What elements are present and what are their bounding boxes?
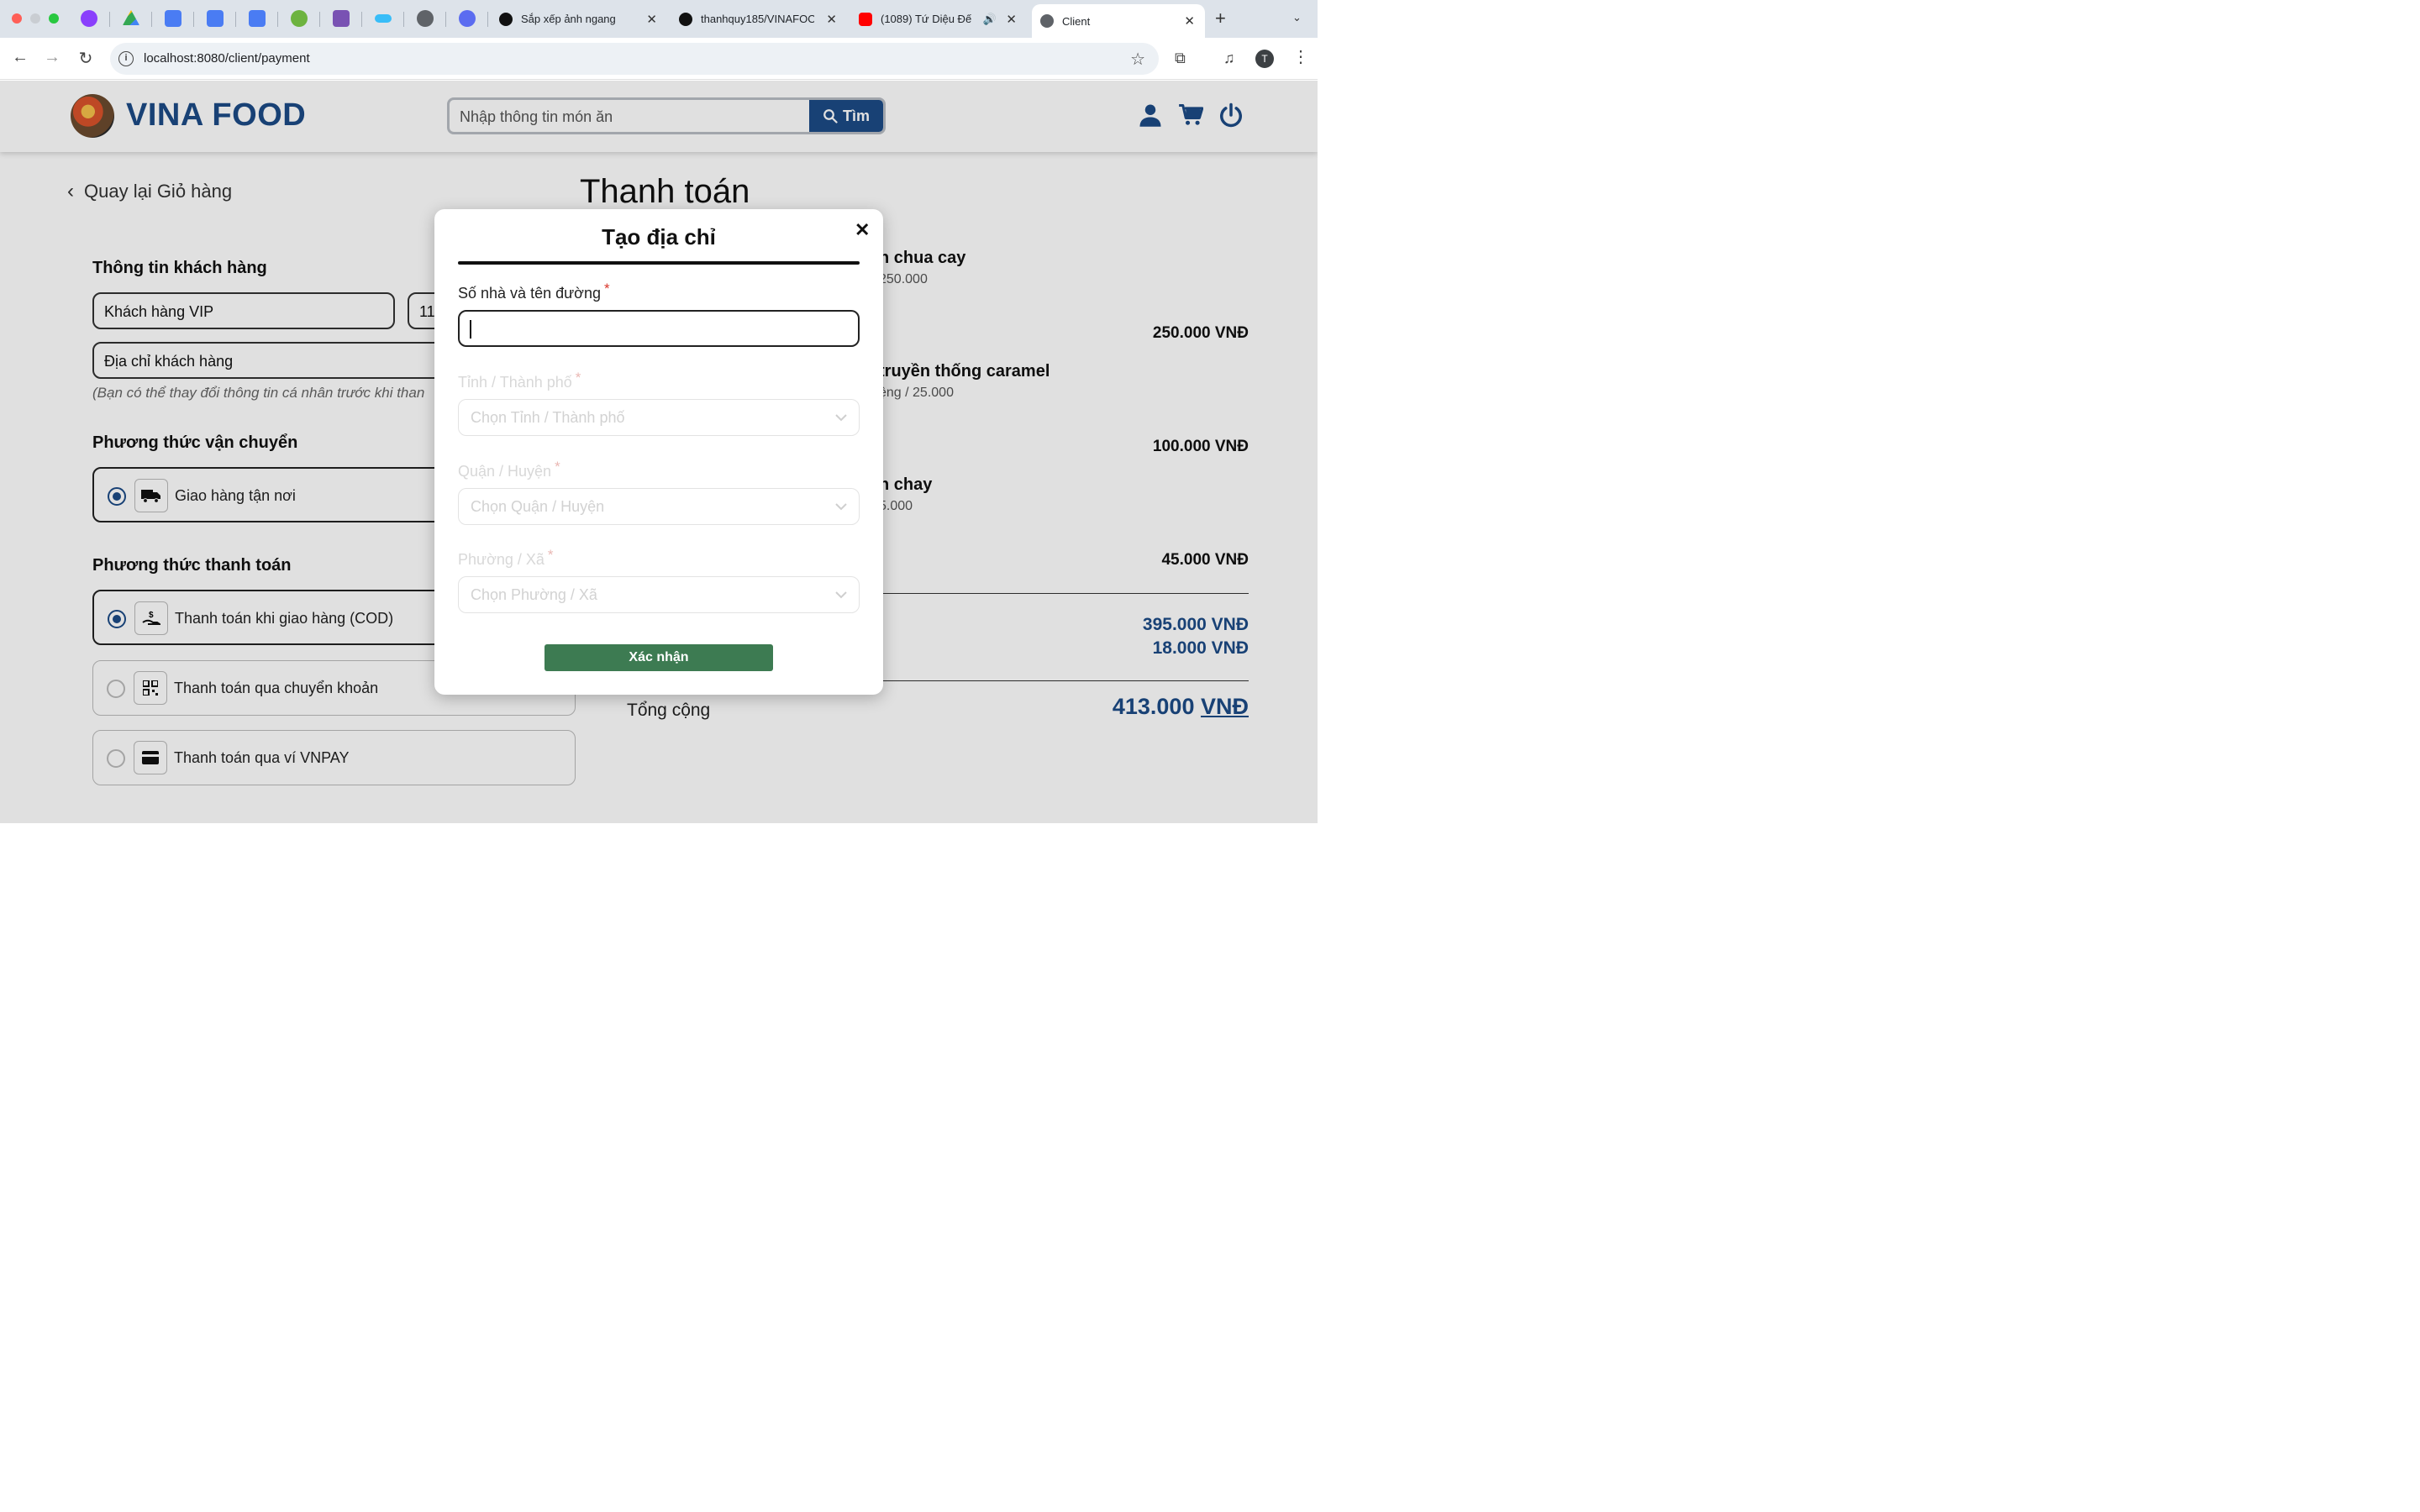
ward-label: Phường / Xã * — [458, 547, 554, 569]
ward-placeholder: Chọn Phường / Xã — [471, 586, 597, 603]
tab-client[interactable]: Client ✕ — [1032, 4, 1205, 38]
spring-tab-icon[interactable] — [291, 10, 308, 27]
tab-separator — [235, 12, 236, 27]
chevron-down-icon — [835, 591, 847, 599]
create-address-modal: Tạo địa chỉ ✕ Số nhà và tên đường * Tỉnh … — [434, 209, 883, 695]
district-select[interactable]: Chọn Quận / Huyện — [458, 488, 860, 525]
window-zoom-button[interactable] — [49, 13, 59, 24]
tab-separator — [403, 12, 404, 27]
tab-label: Client — [1062, 14, 1091, 28]
tab-label: Sắp xếp ảnh ngang — [521, 13, 616, 25]
tab-separator — [109, 12, 110, 27]
bookmark-star-icon[interactable]: ☆ — [1130, 49, 1145, 70]
province-select[interactable]: Chọn Tỉnh / Thành phố — [458, 399, 860, 436]
globe-tab-icon[interactable] — [417, 10, 434, 27]
site-info-icon[interactable]: i — [118, 51, 134, 66]
province-label: Tỉnh / Thành phố * — [458, 370, 581, 391]
app-tab-icon[interactable] — [459, 10, 476, 27]
extensions-icon[interactable]: ⧉ — [1175, 50, 1186, 67]
docs-tab-icon[interactable] — [207, 10, 224, 27]
drive-tab-icon[interactable] — [123, 10, 139, 25]
province-label-text: Tỉnh / Thành phố — [458, 374, 572, 391]
required-mark: * — [603, 281, 610, 297]
tab-separator — [445, 12, 446, 27]
back-button[interactable]: ← — [9, 48, 31, 67]
tab-separator — [151, 12, 152, 27]
text-caret — [470, 320, 471, 339]
street-label-text: Số nhà và tên đường — [458, 285, 601, 302]
tab-search-button[interactable]: ⌄ — [1292, 11, 1302, 24]
openai-icon — [499, 12, 513, 26]
browser-tabstrip: Sắp xếp ảnh ngang ✕ thanhquy185/VINAFOOD… — [0, 0, 1318, 38]
docs-tab-icon[interactable] — [165, 10, 182, 27]
district-placeholder: Chọn Quận / Huyện — [471, 498, 605, 515]
province-placeholder: Chọn Tỉnh / Thành phố — [471, 409, 625, 426]
confirm-button[interactable]: Xác nhận — [544, 644, 773, 671]
speaker-icon[interactable]: 🔊 — [983, 13, 997, 26]
browser-menu-icon[interactable]: ⋮ — [1292, 46, 1309, 67]
youtube-icon — [859, 12, 872, 26]
tab-sort-images[interactable]: Sắp xếp ảnh ngang ✕ — [499, 5, 667, 33]
globe-icon — [1040, 14, 1054, 28]
tab-separator — [193, 12, 194, 27]
title-divider — [458, 261, 860, 265]
chevron-down-icon — [835, 503, 847, 511]
window-close-button[interactable] — [12, 13, 22, 24]
tab-label: thanhquy185/VINAFOOD — [701, 13, 814, 25]
street-label: Số nhà và tên đường * — [458, 281, 610, 302]
pinned-tab-icon[interactable] — [81, 10, 97, 27]
tab-separator — [487, 12, 488, 27]
media-controls-icon[interactable]: ♫ — [1223, 50, 1235, 67]
bootstrap-tab-icon[interactable] — [333, 10, 350, 27]
payment-page: VINA FOOD Nhập thông tin món ăn Tìm ‹ Qu… — [0, 81, 1318, 823]
close-icon[interactable]: ✕ — [646, 12, 657, 27]
tailwind-tab-icon[interactable] — [375, 14, 392, 23]
url-text[interactable]: localhost:8080/client/payment — [144, 51, 310, 66]
close-icon[interactable]: ✕ — [1006, 12, 1017, 27]
forward-button[interactable]: → — [41, 48, 63, 67]
new-tab-button[interactable]: + — [1215, 8, 1226, 29]
modal-title: Tạo địa chỉ — [602, 224, 716, 249]
district-label: Quận / Huyện * — [458, 459, 560, 480]
github-icon — [679, 12, 692, 26]
chevron-down-icon — [835, 414, 847, 422]
browser-toolbar: ← → ↻ i localhost:8080/client/payment ☆ … — [0, 38, 1318, 80]
required-mark: * — [555, 459, 560, 475]
ward-select[interactable]: Chọn Phường / Xã — [458, 576, 860, 613]
close-icon[interactable]: ✕ — [855, 219, 870, 241]
docs-tab-icon[interactable] — [249, 10, 266, 27]
required-mark: * — [575, 370, 581, 386]
close-icon[interactable]: ✕ — [826, 12, 837, 27]
close-icon[interactable]: ✕ — [1184, 13, 1195, 29]
tab-separator — [361, 12, 362, 27]
required-mark: * — [547, 547, 554, 563]
window-minimize-button[interactable] — [30, 13, 40, 24]
street-input[interactable] — [458, 310, 860, 347]
tab-github[interactable]: thanhquy185/VINAFOOD ✕ — [679, 5, 847, 33]
tab-separator — [277, 12, 278, 27]
address-bar[interactable]: i localhost:8080/client/payment ☆ — [110, 43, 1159, 75]
profile-avatar[interactable]: T — [1255, 50, 1274, 68]
tab-label: (1089) Tứ Diệu Đế — [881, 13, 972, 25]
tab-youtube[interactable]: (1089) Tứ Diệu Đế 🔊 ✕ — [859, 5, 1027, 33]
district-label-text: Quận / Huyện — [458, 463, 552, 480]
reload-button[interactable]: ↻ — [75, 48, 97, 69]
tab-separator — [319, 12, 320, 27]
ward-label-text: Phường / Xã — [458, 551, 544, 568]
